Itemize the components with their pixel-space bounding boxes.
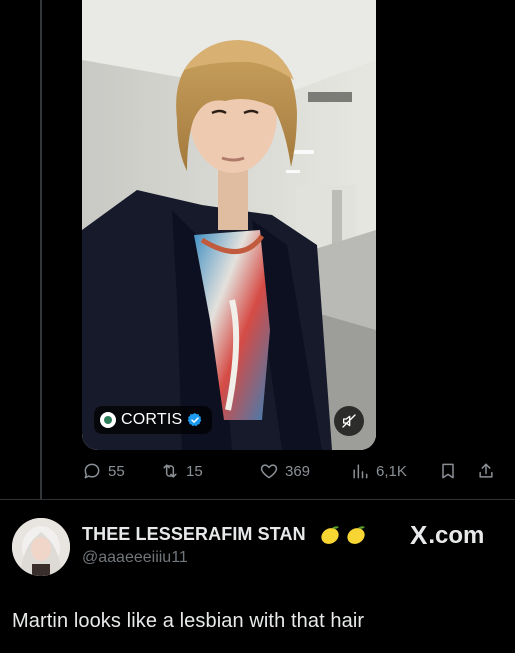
mute-button[interactable] [334,406,364,436]
cortis-logo-icon [100,412,116,428]
share-button[interactable] [476,458,496,484]
lemon-icon [321,526,339,544]
speaker-muted-icon [342,414,356,428]
bookmark-button[interactable] [438,458,458,484]
reply-button[interactable]: 55 [82,458,125,484]
avatar[interactable] [12,518,70,576]
source-chip[interactable]: CORTIS [94,406,213,434]
verified-badge-icon [188,413,202,427]
views-count: 6,1K [376,462,407,480]
repost-icon [163,464,177,478]
author-name[interactable]: THEE LESSERAFIM STAN [82,524,306,545]
source-name: CORTIS [121,411,183,428]
divider [0,499,515,500]
lemon-icon [347,526,365,544]
repost-count: 15 [186,462,203,480]
reply-count: 55 [108,462,125,480]
x-logo-icon: X [410,520,428,550]
video-thumbnail [82,0,376,450]
video-media[interactable]: CORTIS [82,0,376,450]
bookmark-icon [442,463,454,479]
author-handle[interactable]: @aaaeeeiiiu11 [82,549,188,567]
like-button[interactable]: 369 [259,458,310,484]
action-bar: 55 15 369 6,1K [82,458,502,484]
like-count: 369 [285,462,311,480]
avatar-image [12,518,70,576]
repost-button[interactable]: 15 [160,458,203,484]
share-icon [479,463,493,478]
thread-line [40,0,42,500]
views-chart-icon [353,464,368,479]
author-emoji [318,523,368,547]
reply-icon [84,463,100,479]
heart-icon [260,464,278,479]
brand-watermark: X .com [410,520,484,551]
views-button[interactable]: 6,1K [350,458,407,484]
post-text: Martin looks like a lesbian with that ha… [12,610,365,632]
brand-domain: .com [428,521,485,549]
